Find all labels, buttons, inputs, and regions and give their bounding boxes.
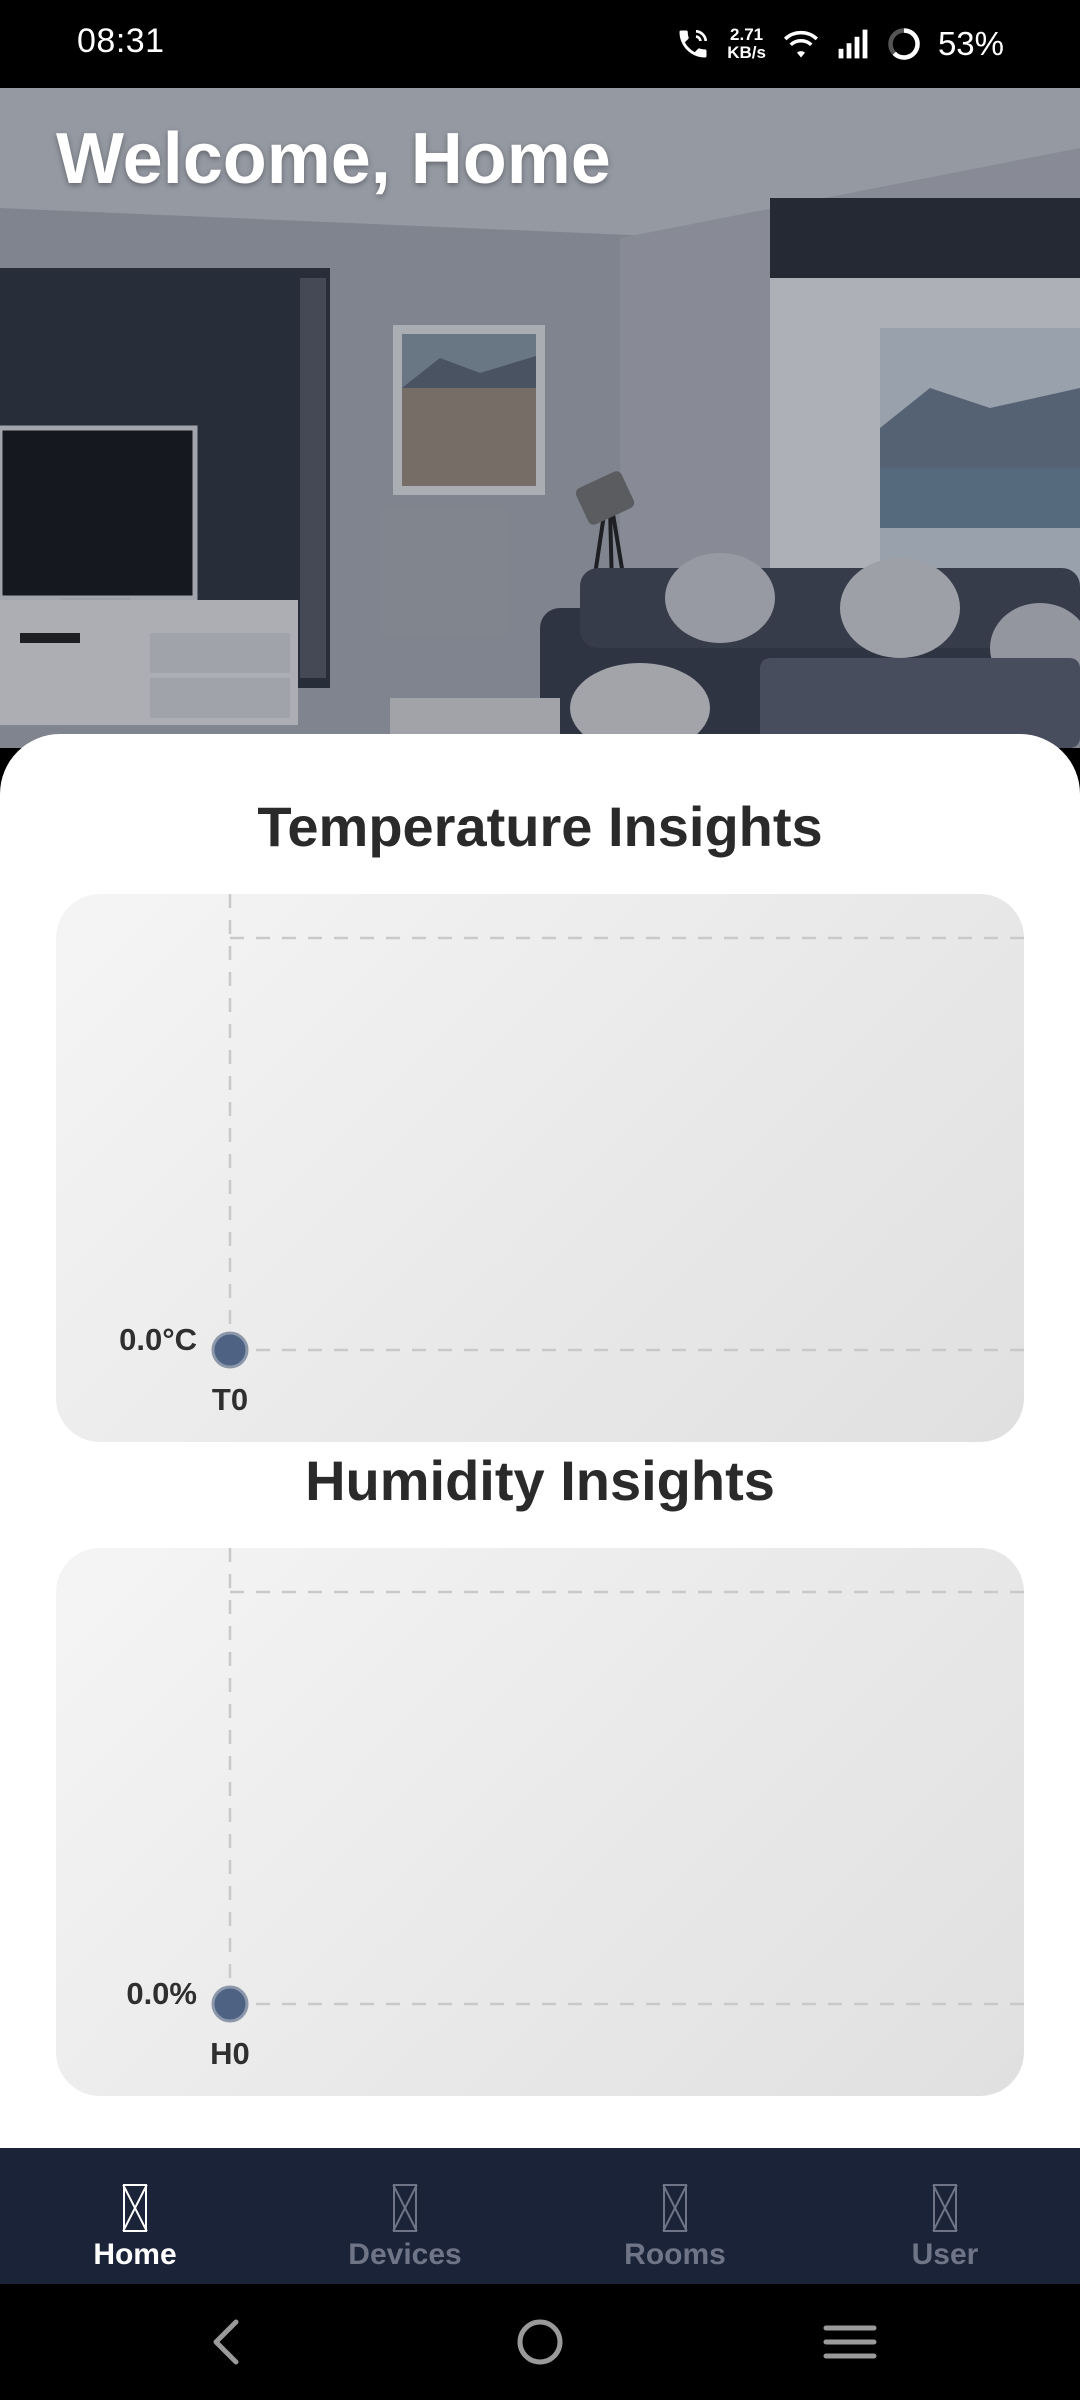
welcome-title: Welcome, Home xyxy=(56,119,611,199)
nav-label-rooms: Rooms xyxy=(624,2238,726,2271)
call-icon xyxy=(675,26,711,62)
nav-label-home: Home xyxy=(93,2238,177,2271)
nav-label-devices: Devices xyxy=(348,2238,462,2271)
system-nav-bar xyxy=(0,2284,1080,2400)
signal-icon xyxy=(836,28,870,60)
temperature-x-tick-label: T0 xyxy=(212,1382,248,1417)
home-circle-icon[interactable] xyxy=(512,2314,568,2375)
battery-ring-icon xyxy=(886,26,922,62)
back-icon[interactable] xyxy=(200,2314,256,2375)
humidity-x-tick-label: H0 xyxy=(210,2036,250,2071)
rooms-icon xyxy=(663,2184,687,2232)
status-bar: 08:31 2.71 KB/s 53% xyxy=(0,0,1080,88)
humidity-y-tick-label: 0.0% xyxy=(126,1976,197,2011)
net-speed: 2.71 KB/s xyxy=(727,26,766,62)
nav-item-home[interactable]: Home xyxy=(0,2148,270,2284)
humidity-point xyxy=(211,1985,249,2023)
temperature-title: Temperature Insights xyxy=(257,795,823,858)
nav-item-user[interactable]: User xyxy=(810,2148,1080,2284)
humidity-title: Humidity Insights xyxy=(305,1449,775,1512)
humidity-chart: 0.0% H0 xyxy=(56,1548,1024,2096)
status-icons: 2.71 KB/s 53% xyxy=(675,18,1004,70)
recents-menu-icon[interactable] xyxy=(822,2314,878,2375)
temperature-point xyxy=(211,1331,249,1369)
humidity-chart-svg: 0.0% H0 xyxy=(126,1548,1024,2071)
insights-sheet: Temperature Insights 0.0°C T0 Humidity I… xyxy=(0,734,1080,2148)
user-icon xyxy=(933,2184,957,2232)
devices-icon xyxy=(393,2184,417,2232)
temperature-y-tick-label: 0.0°C xyxy=(119,1322,197,1357)
nav-item-devices[interactable]: Devices xyxy=(270,2148,540,2284)
temperature-chart: 0.0°C T0 xyxy=(56,894,1024,1442)
status-time: 08:31 xyxy=(77,22,165,60)
battery-percent: 53% xyxy=(937,25,1004,62)
net-speed-unit: KB/s xyxy=(727,43,766,62)
wifi-icon xyxy=(782,28,820,60)
hero-banner: Welcome, Home xyxy=(0,88,1080,748)
temperature-chart-svg: 0.0°C T0 xyxy=(119,894,1024,1417)
net-speed-value: 2.71 xyxy=(730,25,764,44)
nav-label-user: User xyxy=(911,2238,979,2271)
bottom-nav: Home Devices Rooms User xyxy=(0,2148,1080,2284)
home-icon xyxy=(123,2184,147,2232)
nav-item-rooms[interactable]: Rooms xyxy=(540,2148,810,2284)
